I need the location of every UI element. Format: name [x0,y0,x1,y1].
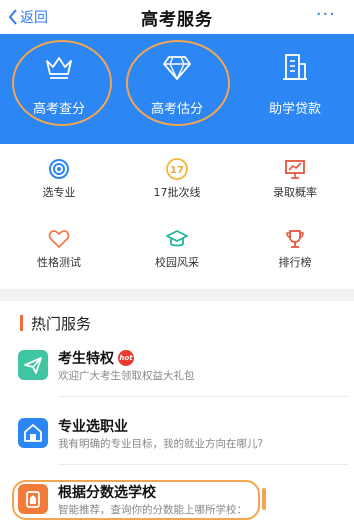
service-item-candidate-privilege[interactable]: 考生特权 欢迎广大考生领取权益大礼包 [18,346,338,386]
highlight-ring [126,40,230,126]
trophy-icon [286,230,304,248]
hot-badge: hot [118,350,134,366]
service-item-major-to-career[interactable]: 专业选职业 我有明确的专业目标，我的就业方向在哪儿? [18,414,338,454]
grid-item-batch-line[interactable]: 17 17批次线 [118,144,236,206]
graduation-cap-icon [166,230,188,247]
badge-17-icon: 17 [166,158,188,180]
divider [58,396,348,397]
highlight-mark [262,488,266,510]
section-separator [0,289,354,301]
hero-banner: 高考查分 高考估分 助学贷款 [0,34,354,144]
service-title: 专业选职业 [58,419,128,435]
highlight-box [12,480,260,520]
service-title: 考生特权 [58,351,114,367]
chart-board-icon [285,160,305,179]
grid-label: 选专业 [42,186,76,199]
building-icon [283,54,307,80]
section-title-text: 热门服务 [31,314,92,333]
hero-item-student-loan[interactable]: 助学贷款 [236,34,354,144]
grid-item-rankings[interactable]: 排行榜 [236,214,354,276]
grid-item-admission-probability[interactable]: 录取概率 [236,144,354,206]
service-grid: 选专业 17 17批次线 录取概率 性格测试 校园风采 排行榜 [0,144,354,284]
more-menu-button[interactable]: ··· [316,6,336,24]
target-icon [49,159,69,179]
service-description: 我有明确的专业目标，我的就业方向在哪儿? [58,438,264,450]
grid-label: 校园风采 [155,256,199,269]
page-title: 高考服务 [141,10,213,30]
grid-label: 性格测试 [37,256,81,269]
grid-item-choose-major[interactable]: 选专业 [0,144,118,206]
paper-plane-icon [18,350,48,380]
badge-17-text: 17 [170,165,184,176]
section-title: 热门服务 [20,312,91,334]
service-description: 欢迎广大考生领取权益大礼包 [58,370,195,382]
hero-label: 助学贷款 [268,102,321,117]
house-icon [18,418,48,448]
title-accent-bar [20,315,23,331]
heart-icon [48,230,70,249]
grid-label: 排行榜 [278,256,312,269]
grid-label: 17批次线 [153,186,201,199]
grid-item-personality-test[interactable]: 性格测试 [0,214,118,276]
grid-item-campus-style[interactable]: 校园风采 [118,214,236,276]
nav-bar: 返回 高考服务 ··· [0,0,354,34]
grid-label: 录取概率 [273,186,317,199]
highlight-ring [12,40,112,126]
divider [58,464,348,465]
